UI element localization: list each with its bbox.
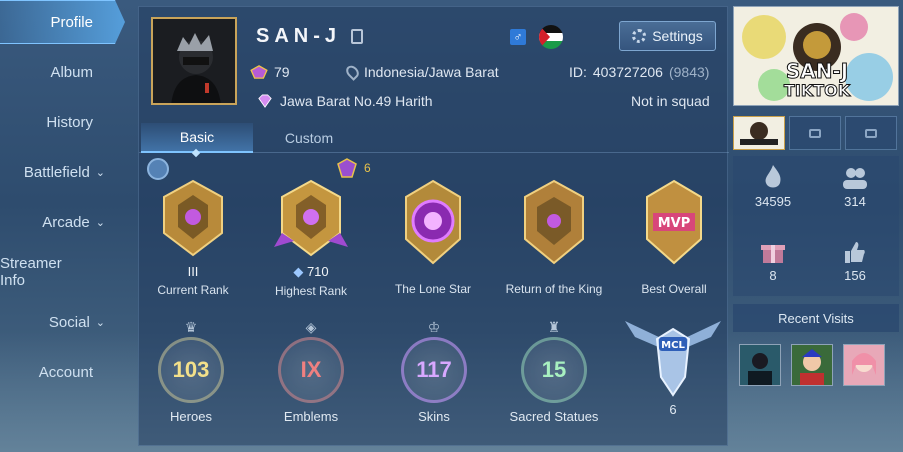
rank-tier-text: III (187, 264, 199, 279)
location-pin-icon (343, 63, 362, 81)
recent-visits-title: Recent Visits (733, 304, 899, 332)
mcl-trophy-icon: MCL (625, 321, 721, 397)
banner-thumbnail-empty[interactable] (845, 116, 897, 150)
location-info: Indonesia/Jawa Barat (343, 63, 499, 81)
sidebar-item-account[interactable]: Account (0, 350, 125, 394)
svg-text:MCL: MCL (661, 340, 685, 351)
mythic-rank-emblem-icon (163, 179, 223, 257)
squad-status: Not in squad (631, 93, 710, 109)
banner-thumbnails (733, 116, 899, 152)
stat-heroes[interactable]: ♛ 103 Heroes (141, 319, 241, 424)
popularity-stat[interactable]: 34595 (733, 164, 813, 209)
gift-icon (733, 238, 813, 264)
achievement-best-overall[interactable]: MVP Best Overall (614, 177, 734, 296)
heroes-ring: 103 (158, 337, 224, 403)
achievement-highest-rank[interactable]: ◆ 710 Highest Rank (251, 177, 371, 298)
skins-ring: 117 (401, 337, 467, 403)
banner-subtitle: TIKTOK (783, 81, 851, 101)
users-icon (815, 164, 895, 190)
chevron-down-icon: ⌄ (95, 166, 105, 179)
palestine-flag-icon (539, 25, 563, 49)
sidebar-item-album[interactable]: Album (0, 50, 125, 94)
player-name: SAN-J (256, 25, 364, 48)
sidebar-item-social[interactable]: Social ⌄ (0, 300, 125, 344)
recent-visitors (739, 344, 899, 386)
king-medal-icon (524, 179, 584, 265)
sacred-statues-ring: 15 (521, 337, 587, 403)
camera-icon (809, 128, 821, 138)
achievement-return-of-the-king[interactable]: Return of the King (494, 177, 614, 296)
stat-skins[interactable]: ♔ 117 Skins (384, 319, 484, 424)
lone-star-medal-icon (405, 179, 461, 265)
sidebar: Profile Album History Battlefield ⌄ Arcad… (0, 0, 130, 452)
banner-thumbnail-empty[interactable] (789, 116, 841, 150)
diamond-icon: ◆ (293, 264, 304, 279)
achievement-current-rank[interactable]: III Current Rank (133, 177, 253, 297)
stat-sacred-statues[interactable]: ♜ 15 Sacred Statues (504, 319, 604, 424)
level-info: 79 (250, 64, 290, 80)
tab-basic[interactable]: Basic (141, 123, 253, 153)
sidebar-item-streamer-info[interactable]: Streamer Info (0, 250, 125, 294)
flame-icon (733, 164, 813, 190)
avatar[interactable] (151, 17, 237, 105)
thumbs-up-icon (815, 238, 895, 264)
player-id: ID: 403727206 (9843) (569, 64, 710, 80)
gifts-stat[interactable]: 8 (733, 238, 813, 283)
svg-text:MVP: MVP (658, 216, 691, 231)
visitor-avatar[interactable] (791, 344, 833, 386)
chevron-down-icon: ⌄ (95, 316, 105, 329)
skins-icon: ♔ (427, 319, 441, 335)
player-title: Jawa Barat No.49 Harith (256, 93, 433, 109)
copy-icon[interactable] (351, 29, 364, 44)
chevron-down-icon: ⌄ (95, 216, 105, 229)
sidebar-item-arcade[interactable]: Arcade ⌄ (0, 200, 125, 244)
star-crest-icon (337, 158, 357, 178)
mvp-medal-icon: MVP (646, 179, 702, 265)
profile-panel: SAN-J ♂ Settings 79 Indonesia/Jawa Barat… (138, 6, 729, 446)
settings-button[interactable]: Settings (619, 21, 716, 51)
level-badge-icon (250, 65, 268, 79)
banner-thumbnail-selected[interactable] (733, 116, 785, 150)
likes-stat[interactable]: 156 (815, 238, 895, 283)
right-panel: SAN-J TIKTOK 34595 314 8 156 Recent Visi… (733, 6, 899, 446)
stat-mcl[interactable]: MCL 6 (623, 315, 723, 417)
sidebar-item-profile[interactable]: Profile (0, 0, 125, 44)
stat-emblems[interactable]: ◈ IX Emblems (261, 319, 361, 424)
sidebar-item-history[interactable]: History (0, 100, 125, 144)
emblems-icon: ◈ (305, 319, 317, 335)
achievement-lone-star[interactable]: The Lone Star (373, 177, 493, 296)
camera-icon (865, 128, 877, 138)
sidebar-item-battlefield[interactable]: Battlefield ⌄ (0, 150, 125, 194)
mythic-glory-emblem-icon (274, 179, 348, 257)
tab-bar: Basic Custom (139, 123, 729, 153)
statue-icon: ♜ (547, 319, 561, 335)
tab-custom[interactable]: Custom (253, 123, 365, 153)
profile-banner[interactable]: SAN-J TIKTOK (733, 6, 899, 106)
heroes-icon: ♛ (184, 319, 198, 335)
visitor-avatar[interactable] (843, 344, 885, 386)
visitor-avatar[interactable] (739, 344, 781, 386)
gear-icon (632, 29, 647, 43)
highest-rank-points: ◆ 710 (293, 264, 329, 279)
star-count-badge: 6 (336, 158, 371, 178)
social-stats: 34595 314 8 156 (733, 156, 899, 296)
banner-title: SAN-J (785, 59, 849, 84)
followers-stat[interactable]: 314 (815, 164, 895, 209)
emblems-ring: IX (278, 337, 344, 403)
diamond-title-icon (258, 94, 272, 108)
male-gender-icon: ♂ (510, 29, 526, 45)
